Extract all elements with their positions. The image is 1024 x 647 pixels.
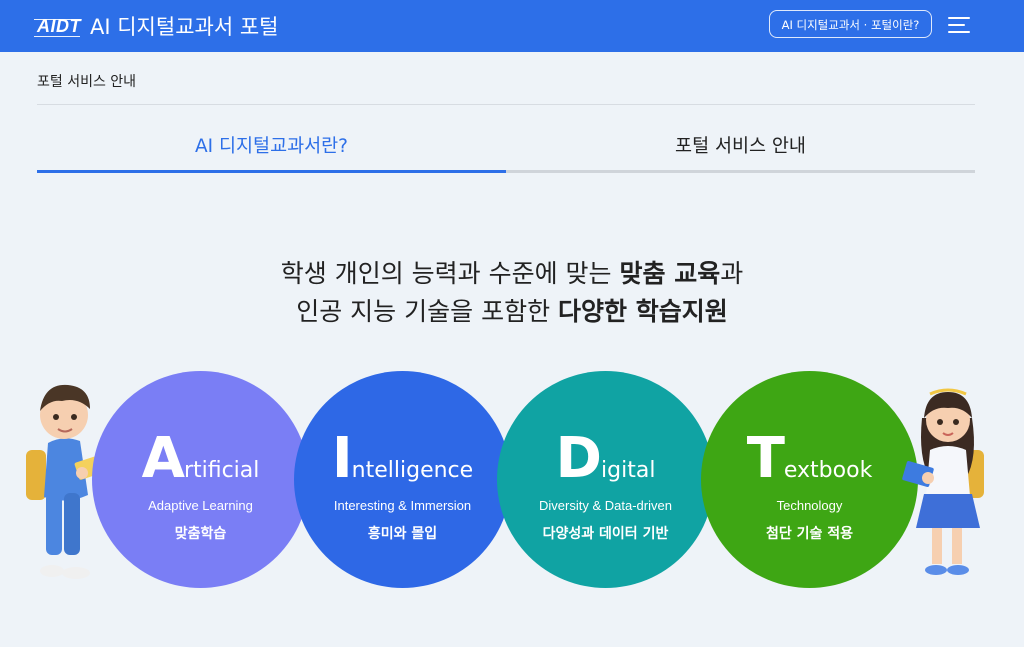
pillar-english: Technology bbox=[776, 498, 843, 513]
headline-line-2-plain: 인공 지능 기술을 포함한 bbox=[296, 297, 559, 326]
pillar-intelligence: Intelligence Interesting & Immersion 흥미와… bbox=[294, 371, 511, 588]
headline-line-1-tail: 과 bbox=[720, 259, 744, 288]
tab-inactive-indicator bbox=[506, 170, 975, 173]
pillar-korean: 다양성과 데이터 기반 bbox=[542, 526, 669, 542]
headline-line-2: 인공 지능 기술을 포함한 다양한 학습지원 bbox=[0, 292, 1024, 328]
pillar-intelligence-word: Intelligence bbox=[294, 426, 511, 491]
tab-active-indicator bbox=[37, 170, 506, 173]
headline-line-1: 학생 개인의 능력과 수준에 맞는 맞춤 교육과 bbox=[0, 254, 1024, 290]
tab-portal-service[interactable]: 포털 서비스 안내 bbox=[506, 132, 975, 158]
breadcrumb: 포털 서비스 안내 bbox=[37, 74, 137, 90]
pillar-letter: D bbox=[555, 426, 602, 491]
pillar-letter: I bbox=[331, 426, 353, 491]
pillar-word-rest: igital bbox=[601, 458, 656, 483]
pillar-word-rest: extbook bbox=[783, 458, 873, 483]
pillar-digital: Digital Diversity & Data-driven 다양성과 데이터… bbox=[497, 371, 714, 588]
pillar-letter: A bbox=[141, 426, 185, 491]
pillar-korean: 첨단 기술 적용 bbox=[765, 526, 854, 542]
pillar-artificial-word: Artificial bbox=[92, 426, 309, 491]
logo-frame bbox=[34, 19, 80, 37]
pillar-textbook-word: Textbook bbox=[701, 426, 918, 491]
pillar-digital-word: Digital bbox=[497, 426, 714, 491]
hamburger-menu-icon[interactable] bbox=[948, 14, 972, 36]
pillar-artificial: Artificial Adaptive Learning 맞춤학습 bbox=[92, 371, 309, 588]
tab-ai-textbook[interactable]: AI 디지털교과서란? bbox=[37, 132, 506, 158]
top-header: AIDT AI 디지털교과서 포털 AI 디지털교과서 · 포털이란? bbox=[0, 0, 1024, 52]
headline-line-1-bold: 맞춤 교육 bbox=[619, 259, 721, 288]
pillar-english: Interesting & Immersion bbox=[333, 498, 472, 513]
headline-line-2-bold: 다양한 학습지원 bbox=[558, 297, 728, 326]
aidt-logo[interactable]: AIDT bbox=[34, 13, 81, 39]
pillar-textbook: Textbook Technology 첨단 기술 적용 bbox=[701, 371, 918, 588]
pillar-letter: T bbox=[746, 426, 785, 491]
pillar-word-rest: ntelligence bbox=[351, 458, 474, 483]
pillar-english: Adaptive Learning bbox=[148, 498, 253, 513]
portal-title[interactable]: AI 디지털교과서 포털 bbox=[90, 11, 278, 41]
girl-student-illustration bbox=[902, 388, 984, 575]
pillar-english: Diversity & Data-driven bbox=[539, 498, 672, 513]
breadcrumb-divider bbox=[37, 104, 975, 105]
headline-line-1-plain: 학생 개인의 능력과 수준에 맞는 bbox=[280, 259, 620, 288]
pillar-korean: 흥미와 몰입 bbox=[367, 526, 438, 542]
pillar-korean: 맞춤학습 bbox=[174, 526, 227, 542]
pillar-word-rest: rtificial bbox=[183, 458, 260, 483]
about-portal-button[interactable]: AI 디지털교과서 · 포털이란? bbox=[769, 10, 932, 38]
